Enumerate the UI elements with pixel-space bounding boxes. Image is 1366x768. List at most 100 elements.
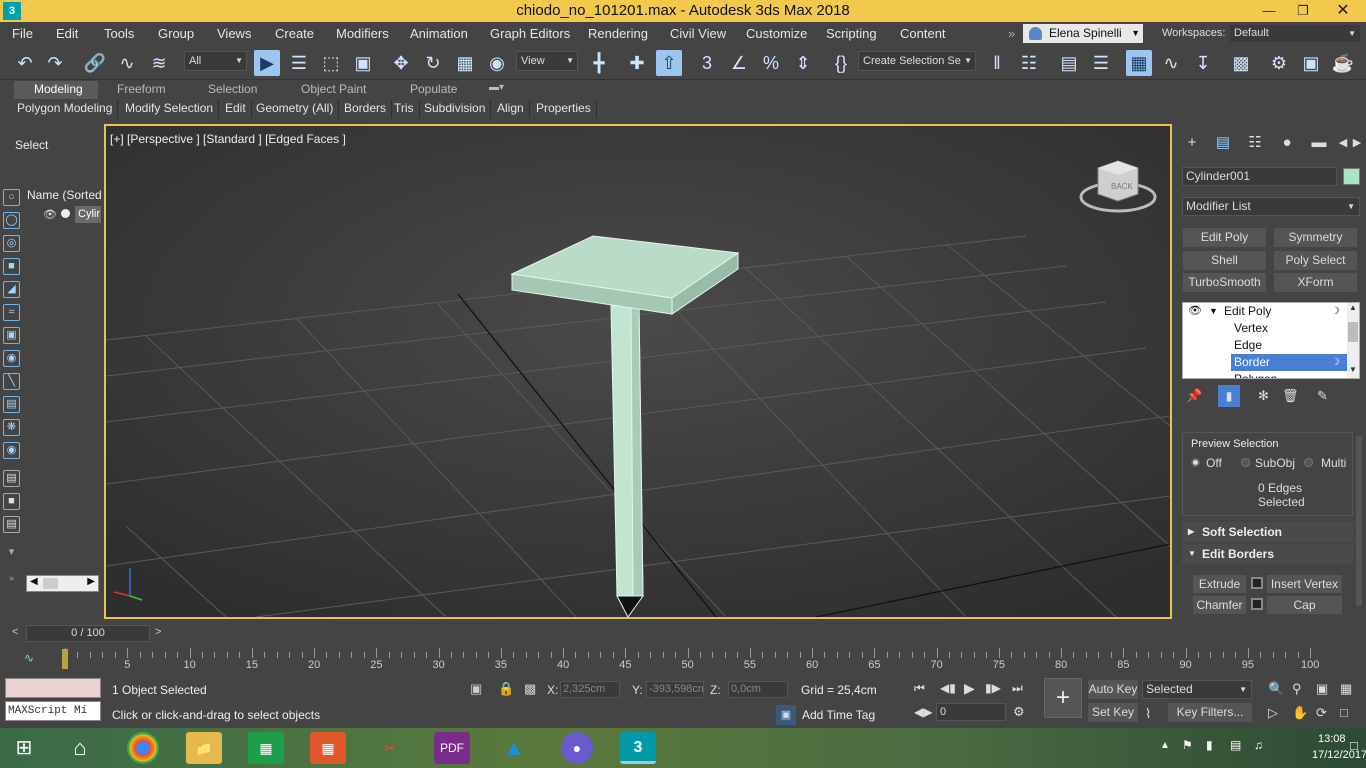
light-bulb-icon[interactable]: ☽ [1331, 303, 1340, 320]
scroll-up-icon[interactable]: ▲ [1349, 303, 1357, 312]
menu-scripting[interactable]: Scripting [826, 26, 877, 41]
xform-button[interactable]: XForm [1274, 273, 1357, 292]
shell-button[interactable]: Shell [1183, 251, 1266, 270]
zoom-icon[interactable]: 🔍 [1268, 681, 1284, 697]
object-color-swatch[interactable] [1343, 168, 1360, 185]
symmetry-button[interactable]: Symmetry [1274, 228, 1357, 247]
action-center-icon[interactable]: □ [1350, 738, 1358, 753]
time-configuration-icon[interactable]: ⚙ [1013, 704, 1025, 720]
select-by-name-icon[interactable]: ☰ [286, 50, 312, 76]
lights-filter-icon[interactable]: ◎ [3, 235, 20, 252]
current-frame-field[interactable]: 0 [936, 703, 1006, 721]
space-warps-filter-icon[interactable]: ≈ [3, 304, 20, 321]
maxscript-mini-listener[interactable]: MAXScript Mi [5, 701, 101, 721]
user-account[interactable]: Elena Spinelli ▼ [1023, 24, 1143, 43]
material-editor-icon[interactable]: ▩ [1228, 50, 1254, 76]
stack-item-border[interactable]: Border ☽ [1231, 354, 1348, 371]
chamfer-button[interactable]: Chamfer [1193, 596, 1246, 614]
store-icon[interactable]: ▦ [248, 732, 284, 764]
edit-poly-button[interactable]: Edit Poly [1183, 228, 1266, 247]
maximize-viewport-icon[interactable]: □ [1340, 705, 1348, 720]
menu-civil-view[interactable]: Civil View [670, 26, 726, 41]
panel-modify-selection[interactable]: Modify Selection [120, 100, 220, 118]
cat-app-icon[interactable]: ● [561, 732, 593, 764]
toggle-ribbon-icon[interactable]: ▦ [1126, 50, 1152, 76]
menu-customize[interactable]: Customize [746, 26, 807, 41]
menu-overflow-icon[interactable]: » [1008, 26, 1015, 41]
previous-frame-icon[interactable]: < [12, 626, 18, 638]
track-bar[interactable]: ∿ 5 10 15 20 25 30 35 40 45 50 55 60 65 70 75 80 85 90 95 1… [0, 646, 1366, 672]
named-selection-set-dropdown[interactable]: Create Selection Se ▼ [858, 51, 976, 71]
create-tab-icon[interactable]: + [1181, 132, 1203, 154]
time-slider-thumb[interactable]: 0 / 100 [26, 625, 150, 642]
stack-item-edit-poly[interactable]: 👁 ▼ Edit Poly ☽ [1183, 303, 1348, 320]
tab-freeform[interactable]: Freeform [117, 82, 166, 96]
modify-tab-icon[interactable]: ▤ [1212, 132, 1234, 154]
poly-select-button[interactable]: Poly Select [1274, 251, 1357, 270]
previous-key-icon[interactable]: ◀▮ [940, 681, 956, 695]
groups-filter-icon[interactable]: ▣ [3, 327, 20, 344]
display-dependents-icon[interactable]: ■ [3, 493, 20, 510]
light-bulb-icon[interactable]: ☽ [1331, 354, 1340, 371]
stack-scrollbar[interactable]: ▲ ▼ [1347, 303, 1359, 378]
panel-edit[interactable]: Edit [220, 100, 252, 118]
align-icon[interactable]: ☷ [1016, 50, 1042, 76]
window-crossing-icon[interactable]: ▣ [350, 50, 376, 76]
scroll-thumb[interactable] [1348, 322, 1358, 342]
x-coordinate-field[interactable]: 2,325cm [560, 681, 620, 698]
expand-icon[interactable]: » [3, 571, 20, 588]
rectangular-selection-icon[interactable]: ⬚ [318, 50, 344, 76]
tab-object-paint[interactable]: Object Paint [301, 82, 366, 96]
particles-filter-icon[interactable]: ❋ [3, 419, 20, 436]
visibility-eye-icon[interactable]: 👁 [43, 208, 57, 221]
menu-file[interactable]: File [12, 26, 33, 41]
panel-geometry-all[interactable]: Geometry (All) [251, 100, 340, 118]
toggle-layer-explorer-icon[interactable]: ☰ [1088, 50, 1114, 76]
current-frame-marker[interactable] [62, 649, 68, 669]
shapes-filter-icon[interactable]: ◯ [3, 212, 20, 229]
perspective-viewport[interactable]: BACK [+] [Perspective ] [Standard ] [Edg… [104, 124, 1172, 619]
default-in-out-tangents-icon[interactable]: ⌇ [1145, 706, 1151, 722]
auto-key-button[interactable]: Auto Key [1088, 680, 1138, 699]
menu-group[interactable]: Group [158, 26, 194, 41]
xrefs-filter-icon[interactable]: ◉ [3, 350, 20, 367]
set-key-button[interactable]: Set Key [1088, 703, 1138, 722]
windows-start-icon[interactable]: ⊞ [6, 732, 42, 764]
scale-icon[interactable]: ▦ [452, 50, 478, 76]
set-keys-icon[interactable]: + [1044, 678, 1082, 718]
display-children-icon[interactable]: ▤ [3, 470, 20, 487]
mirror-icon[interactable]: ‖ [984, 50, 1010, 76]
geometry-filter-icon[interactable]: ○ [3, 189, 20, 206]
scroll-right-icon[interactable]: ▶ [87, 576, 95, 587]
cap-button[interactable]: Cap [1267, 596, 1342, 614]
menu-content[interactable]: Content [900, 26, 946, 41]
select-object-icon[interactable]: ▶ [254, 50, 280, 76]
pivot-center-icon[interactable]: ╋ [586, 50, 612, 76]
key-mode-toggle-icon[interactable]: ◀▶ [914, 705, 932, 719]
goto-start-icon[interactable]: ⏮ [914, 681, 925, 696]
explorer-horizontal-scrollbar[interactable]: ◀ ▶ [26, 575, 99, 592]
snaps-toggle-icon[interactable]: 3 [694, 50, 720, 76]
pan-view-icon[interactable]: ✋ [1292, 705, 1308, 721]
key-filters-button[interactable]: Key Filters... [1168, 703, 1252, 722]
panel-polygon-modeling[interactable]: Polygon Modeling [12, 100, 119, 118]
dope-sheet-icon[interactable]: ↧ [1190, 50, 1216, 76]
chamfer-settings-icon[interactable] [1251, 598, 1263, 610]
show-end-result-icon[interactable]: ▮ [1218, 385, 1240, 407]
scroll-down-icon[interactable]: ▼ [1349, 365, 1357, 374]
file-explorer-icon[interactable]: 📁 [186, 732, 222, 764]
bones-filter-icon[interactable]: ╲ [3, 373, 20, 390]
menu-views[interactable]: Views [217, 26, 251, 41]
pdf-app-icon[interactable]: PDF [434, 732, 470, 764]
menu-modifiers[interactable]: Modifiers [336, 26, 389, 41]
add-time-tag[interactable]: Add Time Tag [802, 708, 875, 722]
field-of-view-icon[interactable]: ▷ [1268, 705, 1278, 721]
key-mode-dropdown[interactable]: Selected ▼ [1142, 680, 1252, 699]
scene-item[interactable]: Cylir [75, 206, 101, 223]
percent-snap-icon[interactable]: % [758, 50, 784, 76]
z-coordinate-field[interactable]: 0,0cm [728, 681, 788, 698]
motion-tab-icon[interactable]: ● [1276, 132, 1298, 154]
display-selection-icon[interactable]: ▤ [3, 516, 20, 533]
panel-scrollbar[interactable] [1356, 436, 1362, 606]
cameras-filter-icon[interactable]: ■ [3, 258, 20, 275]
